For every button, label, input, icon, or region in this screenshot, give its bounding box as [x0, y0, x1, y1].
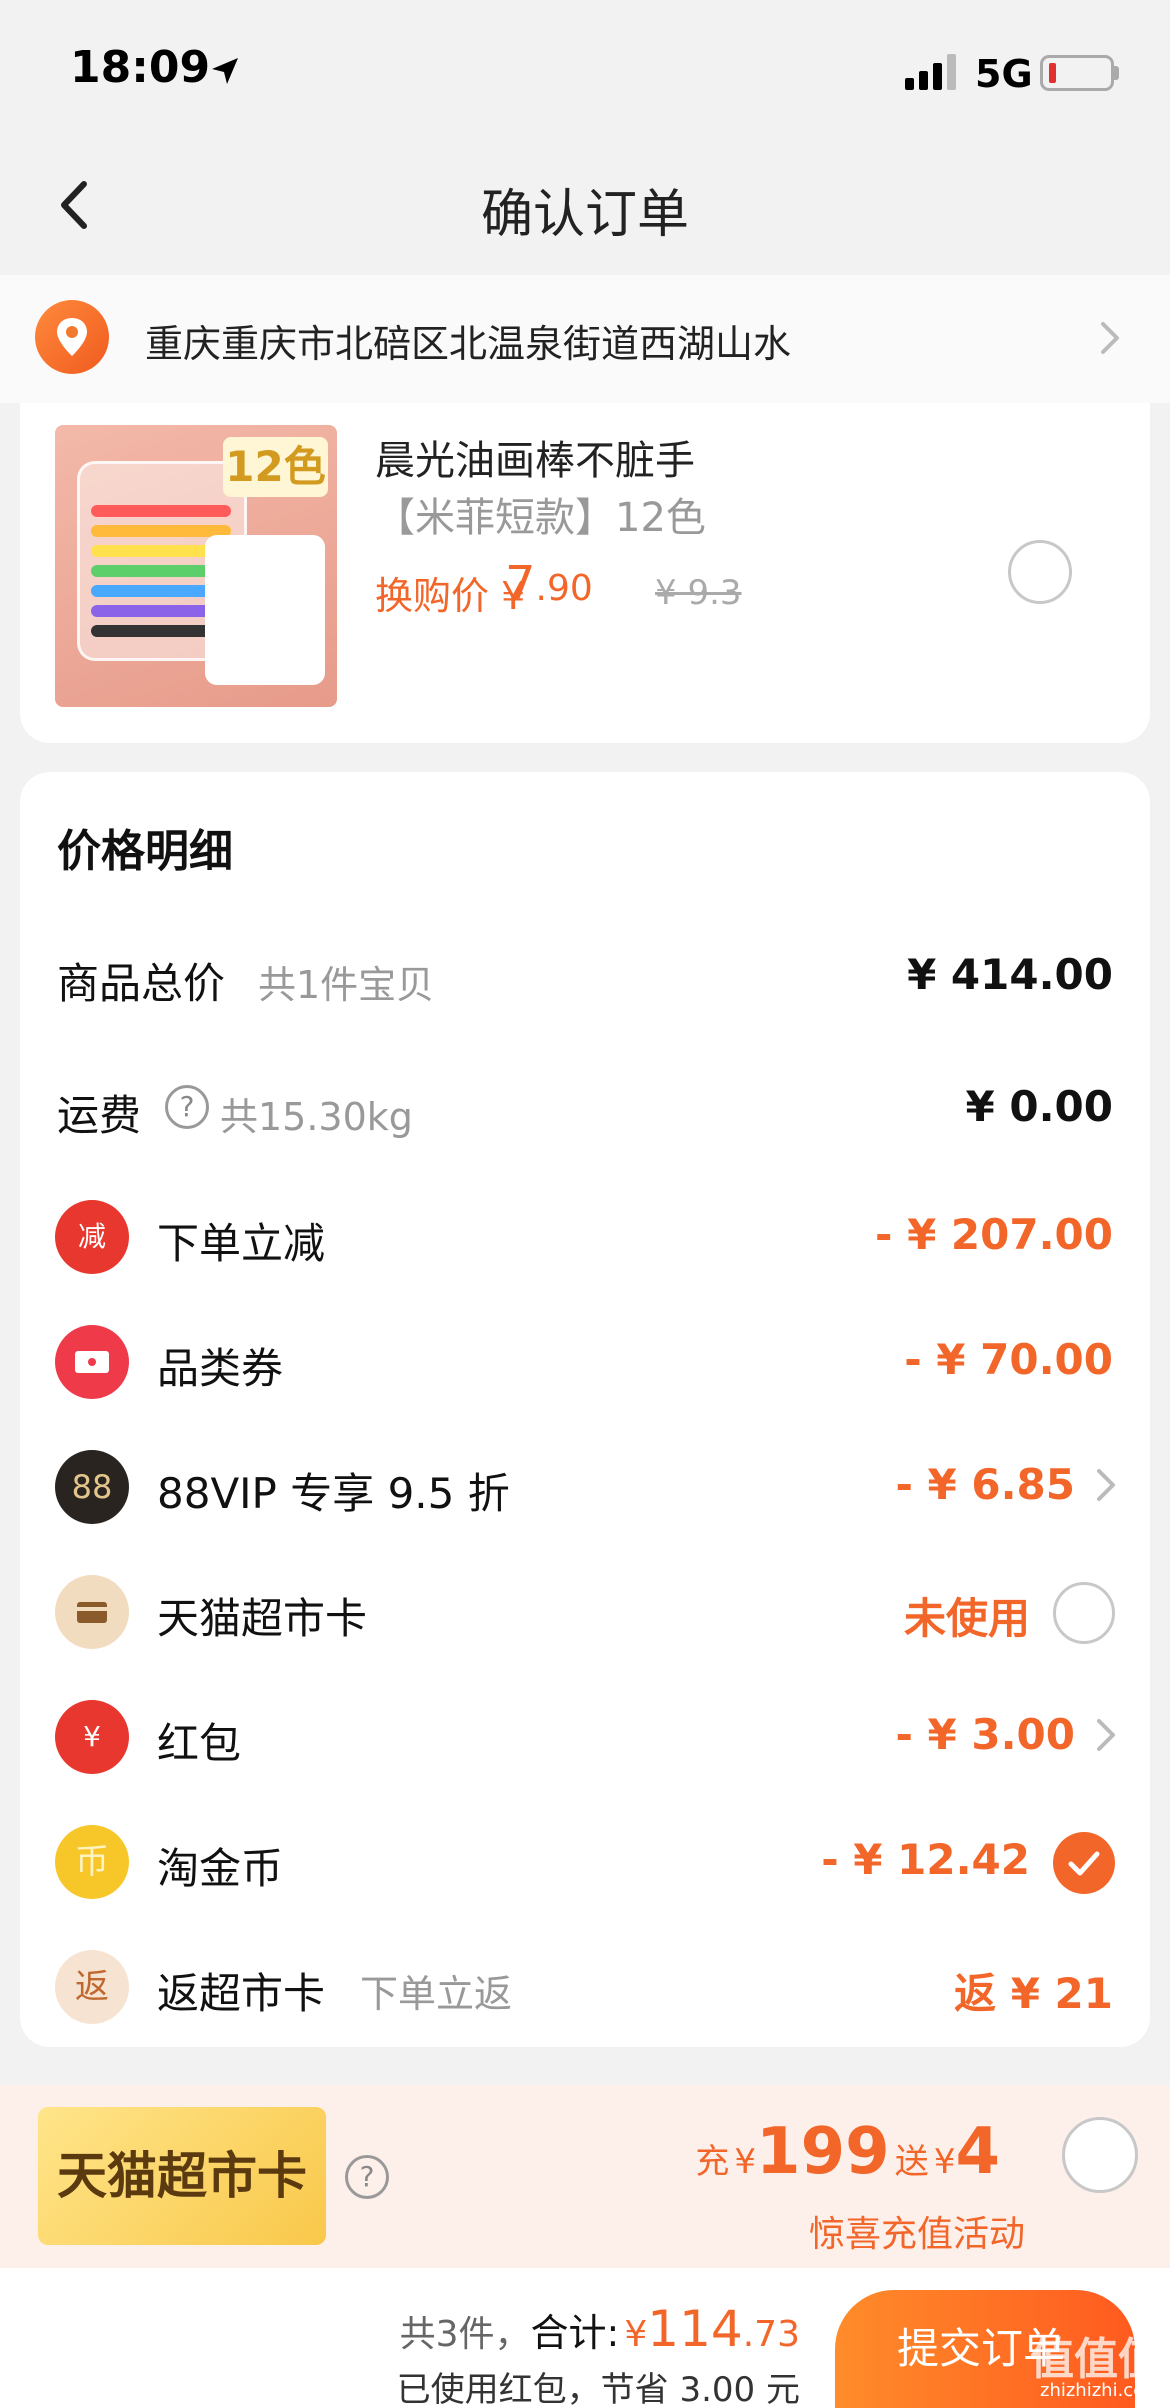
rebate-card-sub: 下单立返: [360, 1972, 513, 2016]
discount-icon: 减: [55, 1200, 129, 1274]
help-icon[interactable]: ?: [345, 2155, 389, 2199]
watermark-site: zhizhizhi.com: [1040, 2380, 1162, 2401]
product-select-radio[interactable]: [1008, 540, 1072, 604]
address-text: 重庆重庆市北碚区北温泉街道西湖山水: [145, 322, 792, 366]
rebate-card-label: 返超市卡: [157, 1969, 326, 2018]
location-pin-icon: [35, 300, 109, 374]
savings-text: 已使用红包，节省 3.00 元: [396, 2370, 800, 2408]
help-icon[interactable]: ?: [165, 1085, 209, 1129]
shipping-value: ¥ 0.00: [965, 1082, 1113, 1131]
vip-discount-label: 88VIP 专享 9.5 折: [157, 1469, 510, 1518]
color-count-badge: 12色: [223, 437, 328, 497]
tmall-card-radio[interactable]: [1062, 2117, 1138, 2193]
signal-icon: [905, 54, 956, 90]
goods-total-label: 商品总价: [57, 959, 226, 1008]
battery-level: [1049, 63, 1056, 83]
battery-cap: [1114, 66, 1119, 80]
discount-icon-text: 减: [77, 1220, 106, 1253]
price-label-text: 换购价: [375, 574, 490, 618]
shipping-label: 运费: [57, 1091, 142, 1140]
gold-coin-checkbox[interactable]: [1053, 1832, 1115, 1894]
product-image: 12色: [55, 425, 337, 707]
gold-coin-icon: 币: [55, 1825, 129, 1899]
vip-icon-text: 88: [71, 1468, 113, 1506]
rebate-card-value: 返 ¥ 21: [954, 1969, 1113, 2018]
total-dec: .73: [742, 2314, 800, 2355]
charge-amount: 199: [756, 2115, 890, 2189]
tmall-card-logo: 天猫超市卡: [38, 2107, 326, 2245]
supermarket-card-status: 未使用: [903, 1594, 1030, 1643]
supermarket-card-label: 天猫超市卡: [157, 1594, 368, 1643]
goods-total-value: ¥ 414.00: [907, 950, 1113, 999]
category-coupon-label: 品类券: [157, 1344, 284, 1393]
category-coupon-value: - ¥ 70.00: [904, 1335, 1113, 1384]
network-label: 5G: [975, 52, 1033, 96]
bonus-label: 送: [894, 2142, 929, 2182]
watermark: 值值值: [1030, 2334, 1162, 2385]
gold-coin-icon-text: 币: [75, 1842, 109, 1882]
rebate-icon: 返: [55, 1950, 129, 2024]
vip-88-icon: 88: [55, 1450, 129, 1524]
item-count: 共3件，: [399, 2314, 531, 2355]
chevron-right-icon[interactable]: [1093, 1715, 1119, 1755]
vip-discount-value: - ¥ 6.85: [895, 1460, 1075, 1509]
coupon-icon: [55, 1325, 129, 1399]
crayon: [91, 505, 231, 517]
price-detail-title: 价格明细: [57, 826, 233, 877]
crayon: [91, 525, 231, 537]
price-dec: .90: [535, 568, 593, 609]
location-arrow-icon: [212, 58, 238, 84]
total-int: 114: [647, 2300, 743, 2358]
red-packet-value: - ¥ 3.00: [895, 1710, 1075, 1759]
red-packet-label: 红包: [157, 1719, 242, 1768]
exchange-price-label: 换购价 ¥: [375, 565, 525, 620]
bonus-yen: ¥: [933, 2142, 956, 2182]
instant-discount-label: 下单立减: [157, 1219, 326, 1268]
recharge-subtitle: 惊喜充值活动: [808, 2214, 1025, 2255]
goods-total-sub: 共1件宝贝: [258, 963, 435, 1007]
red-packet-icon-text: ¥: [83, 1720, 101, 1753]
charge-label: 充: [695, 2142, 730, 2182]
product-spec: 【米菲短款】12色: [375, 495, 706, 541]
product-box: [205, 535, 325, 685]
rebate-icon-text: 返: [75, 1967, 109, 2007]
checkmark-icon: [1068, 1851, 1100, 1876]
original-price: ¥ 9.3: [655, 573, 742, 613]
bonus-amount: 4: [955, 2115, 1000, 2189]
supermarket-card-radio[interactable]: [1053, 1582, 1115, 1644]
status-time: 18:09: [70, 42, 211, 93]
gold-coin-value: - ¥ 12.42: [821, 1835, 1030, 1884]
chevron-right-icon[interactable]: [1095, 318, 1125, 358]
charge-yen: ¥: [734, 2142, 757, 2182]
red-packet-icon: ¥: [55, 1700, 129, 1774]
price-int: 7: [505, 556, 536, 612]
product-name: 晨光油画棒不脏手: [375, 438, 695, 484]
gold-coin-label: 淘金币: [157, 1844, 284, 1893]
chevron-right-icon[interactable]: [1093, 1465, 1119, 1505]
total-summary: 共3件，合计: ¥114.73: [400, 2300, 800, 2358]
shipping-weight: 共15.30kg: [220, 1095, 413, 1139]
supermarket-card-icon: [55, 1575, 129, 1649]
total-yen: ¥: [624, 2314, 648, 2355]
page-title: 确认订单: [480, 185, 689, 245]
total-label: 合计:: [530, 2311, 620, 2355]
recharge-promo: 充 ¥199 送 ¥4: [695, 2115, 1000, 2189]
exchange-price: 7.90: [505, 556, 593, 612]
instant-discount-value: - ¥ 207.00: [875, 1210, 1113, 1259]
